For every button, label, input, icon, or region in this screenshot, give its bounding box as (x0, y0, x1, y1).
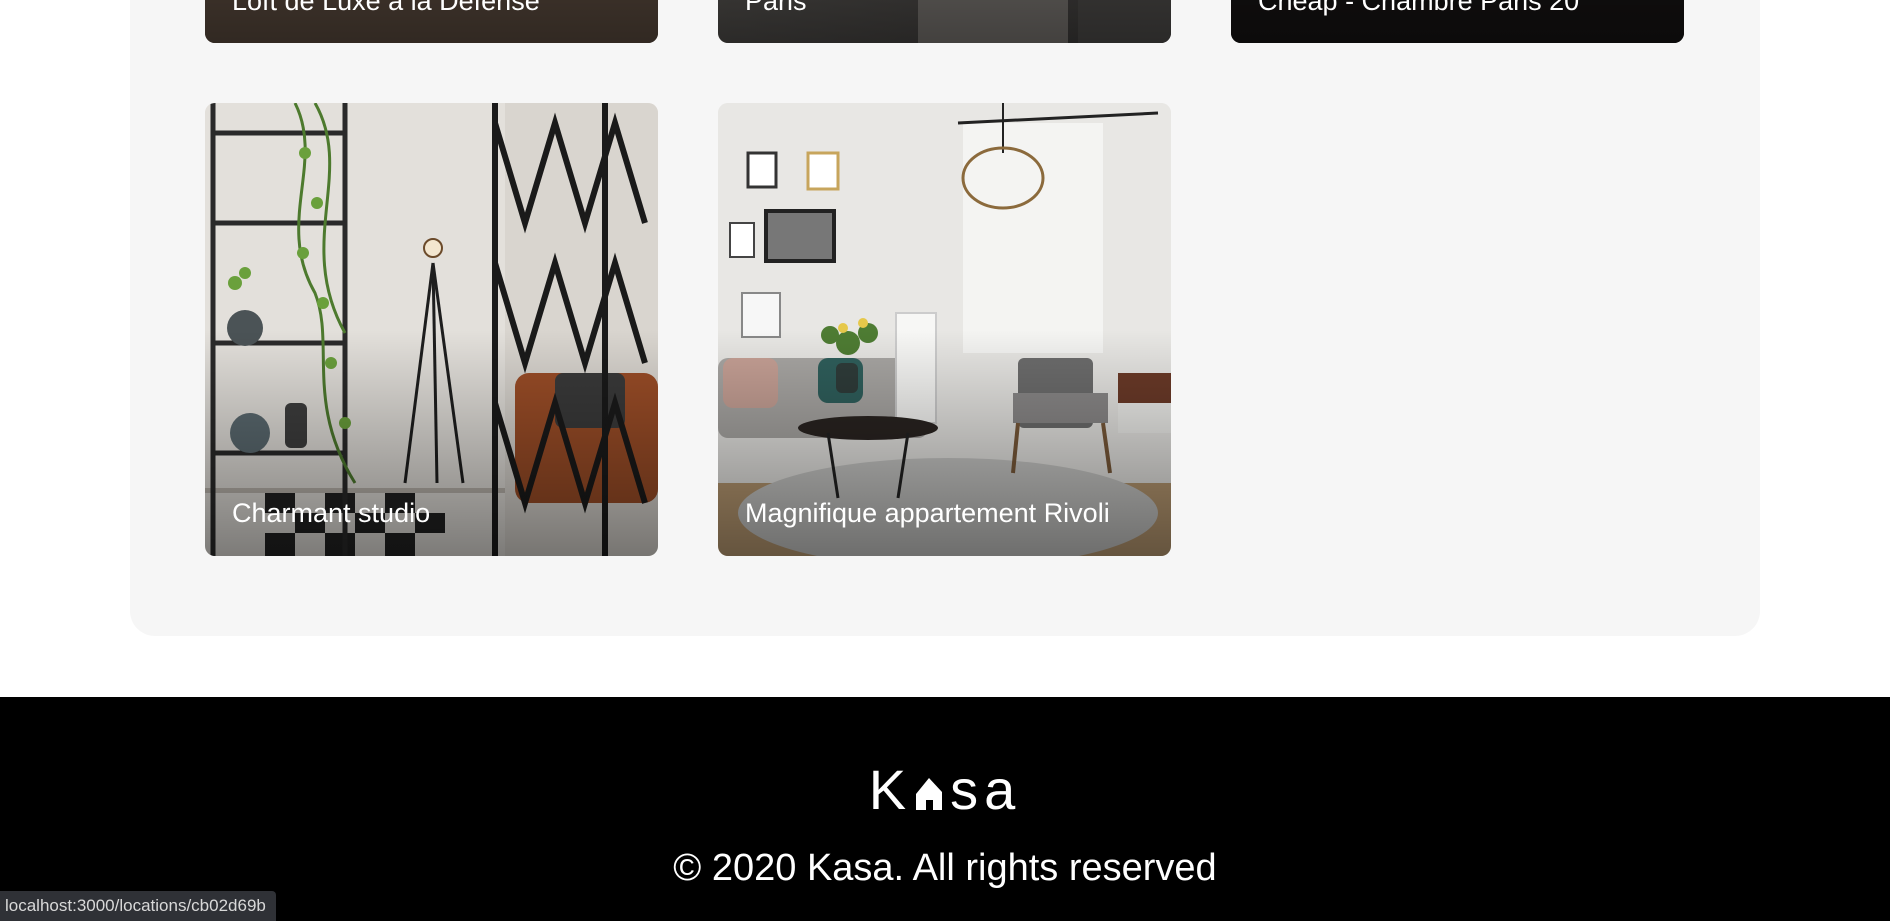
house-icon (916, 777, 943, 810)
location-card[interactable]: Magnifique appartement Rivoli (718, 103, 1171, 556)
location-card[interactable]: Charmant studio (205, 103, 658, 556)
location-card-title: Magnifique appartement Rivoli (745, 498, 1110, 528)
location-card-title: Paris (745, 0, 807, 16)
browser-status-url: localhost:3000/locations/cb02d69b (0, 891, 276, 921)
location-card[interactable]: Cheap - Chambre Paris 20 (1231, 0, 1684, 43)
site-footer: K sa © 2020 Kasa. All rights reserved (0, 697, 1890, 921)
location-card-title: Loft de Luxe à la Défense (232, 0, 540, 16)
logo-text-k: K (868, 758, 913, 821)
logo-text-sa: sa (950, 758, 1022, 821)
copyright-text: © 2020 Kasa. All rights reserved (673, 847, 1217, 889)
location-card[interactable]: Loft de Luxe à la Défense (205, 0, 658, 43)
location-card[interactable]: Paris (718, 0, 1171, 43)
location-card-title: Cheap - Chambre Paris 20 (1258, 0, 1580, 16)
kasa-logo[interactable]: K sa (0, 757, 1890, 822)
location-card-title: Charmant studio (232, 498, 431, 528)
